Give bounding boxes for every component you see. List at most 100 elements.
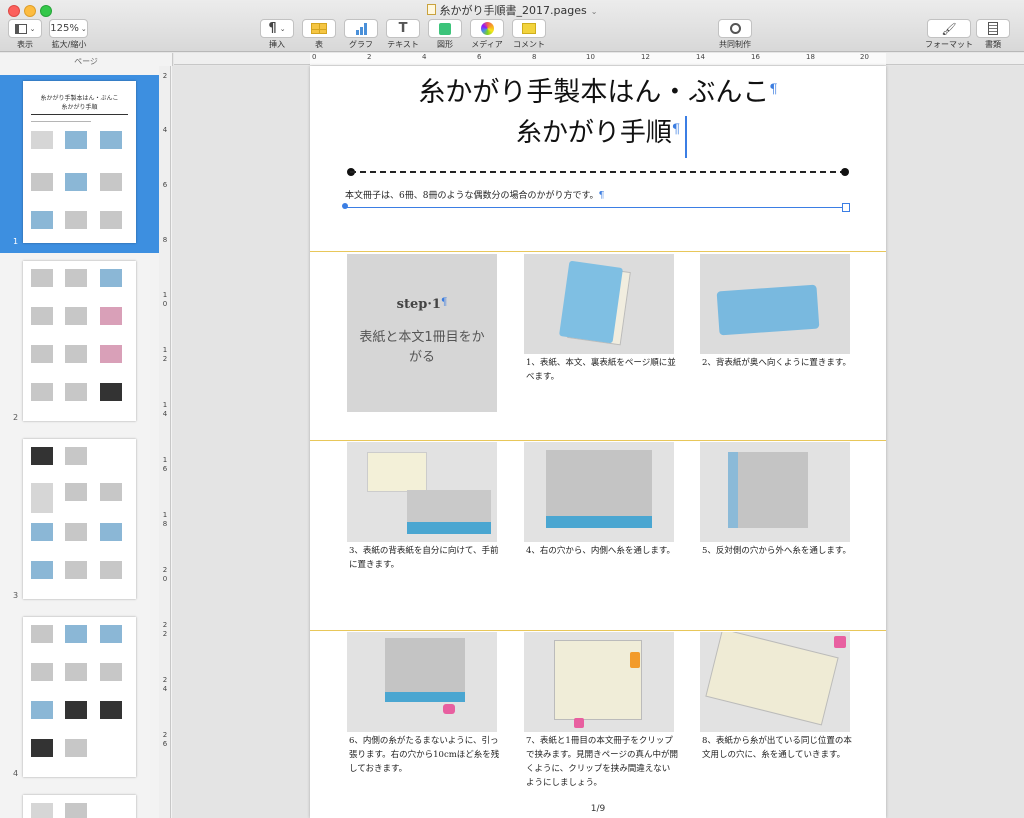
thumb-photo — [65, 803, 87, 818]
step-caption-8: 8、表紙から糸が出ている同じ位置の本文用しの穴に、糸を通していきます。 — [702, 736, 852, 760]
document-label: 書類 — [985, 40, 1001, 49]
chevron-down-icon: ⌄ — [279, 24, 286, 33]
thumb-photo — [100, 483, 122, 501]
page-thumbnail-2[interactable] — [23, 261, 136, 421]
thumb-divider — [31, 114, 128, 115]
ruler-label: 10 — [162, 291, 168, 308]
document-subtitle[interactable]: 糸かがり手順¶ — [310, 112, 886, 149]
step-photo-8[interactable] — [700, 632, 850, 732]
collaborate-button[interactable] — [718, 19, 752, 38]
shape-label: 図形 — [437, 40, 453, 49]
page-thumbnail-3[interactable] — [23, 439, 136, 599]
thumb-photo — [31, 447, 53, 465]
ruler-label: 4 — [162, 126, 168, 134]
thumb-text-line — [31, 121, 91, 122]
view-button[interactable]: ⌄ — [8, 19, 42, 38]
document-title[interactable]: 糸かがり手製本はん・ぶんこ¶ — [310, 70, 886, 109]
insert-button[interactable]: ¶ ⌄ — [260, 19, 294, 38]
zoom-value: 125% — [50, 23, 79, 34]
thumb-step-box — [31, 803, 53, 818]
thumb-photo — [65, 483, 87, 501]
ruler-label: 20 — [860, 53, 869, 61]
page-number-2: 2 — [13, 413, 19, 422]
horizontal-ruler[interactable]: 0 2 4 6 8 10 12 14 16 18 20 — [174, 53, 1024, 65]
thumb-photo — [65, 447, 87, 465]
chevron-down-icon: ⌄ — [590, 7, 598, 16]
intro-paragraph[interactable]: 本文冊子は、6冊、8冊のような偶数分の場合のかがり方です。¶ — [345, 188, 604, 201]
document-subtitle-text: 糸かがり手順 — [515, 118, 672, 148]
step-caption-5: 5、反対側の穴から外へ糸を通します。 — [702, 546, 852, 556]
format-label: フォーマット — [925, 40, 973, 49]
ruler-label: 24 — [162, 676, 168, 693]
clip-shape — [630, 652, 640, 668]
document-button[interactable] — [976, 19, 1010, 38]
clip-shape — [574, 718, 584, 728]
thumb-photo — [100, 383, 122, 401]
thumb-photo — [31, 701, 53, 719]
selection-handle[interactable] — [342, 203, 348, 209]
text-cursor — [685, 116, 687, 158]
thumb-photo — [31, 307, 53, 325]
step-photo-5[interactable] — [700, 442, 850, 542]
ruler-label: 0 — [312, 53, 317, 61]
thumb-photo — [65, 131, 87, 149]
step-photo-3[interactable] — [347, 442, 497, 542]
thumb-photo — [31, 523, 53, 541]
view-label: 表示 — [17, 40, 33, 49]
ruler-label: 4 — [422, 53, 427, 61]
media-button[interactable] — [470, 19, 504, 38]
text-box-anchor-icon[interactable] — [842, 203, 850, 212]
step-description: 表紙と本文1冊目をかがる — [359, 330, 485, 365]
zoom-select[interactable]: 125% ⌄ — [49, 19, 88, 38]
thumb-step-box — [31, 483, 53, 513]
thumb-photo — [65, 739, 87, 757]
chart-button[interactable] — [344, 19, 378, 38]
clip-shape — [443, 704, 455, 714]
thumb-photo — [100, 523, 122, 541]
paintbrush-icon: 🖌 — [941, 21, 957, 36]
thumb-photo — [65, 211, 87, 229]
page-thumbnail-5[interactable] — [23, 795, 136, 818]
vertical-ruler[interactable]: 2 4 6 8 10 12 14 16 18 20 22 24 26 — [159, 66, 171, 818]
section-separator — [310, 630, 886, 631]
comment-button[interactable] — [512, 19, 546, 38]
window-title[interactable]: 糸かがり手順書_2017.pages ⌄ — [0, 2, 1024, 18]
collaborate-icon — [729, 23, 741, 34]
thumb-photo — [100, 701, 122, 719]
step-photo-4[interactable] — [524, 442, 674, 542]
step-1-box[interactable]: step·1¶ 表紙と本文1冊目をかがる — [347, 254, 497, 412]
page-number-3: 3 — [13, 591, 19, 600]
section-separator — [310, 251, 886, 252]
step-photo-7[interactable] — [524, 632, 674, 732]
document-page[interactable]: 糸かがり手製本はん・ぶんこ¶ 糸かがり手順¶ 本文冊子は、6冊、8冊のような偶数… — [310, 66, 886, 818]
thumb-subtitle: 糸かがり手順 — [61, 104, 98, 111]
paragraph-mark: ¶ — [440, 297, 448, 308]
dashed-divider — [350, 171, 846, 173]
step-photo-1[interactable] — [524, 254, 674, 354]
page-thumbnail-1[interactable]: 糸かがり手製本はん・ぶんこ 糸かがり手順 — [23, 81, 136, 243]
thumb-photo — [100, 307, 122, 325]
page-thumbnail-4[interactable] — [23, 617, 136, 777]
thumb-photo — [31, 211, 53, 229]
selection-underline — [345, 207, 849, 208]
chevron-down-icon: ⌄ — [80, 24, 87, 33]
format-button[interactable]: 🖌 — [927, 19, 971, 38]
table-button[interactable] — [302, 19, 336, 38]
page-thumbnails-sidebar[interactable]: ページ 糸かがり手製本はん・ぶんこ 糸かがり手順 1 2 3 4 — [0, 53, 173, 818]
ruler-label: 8 — [532, 53, 537, 61]
section-separator — [310, 440, 886, 441]
step-photo-6[interactable] — [347, 632, 497, 732]
thumb-photo — [100, 211, 122, 229]
thumb-photo — [65, 625, 87, 643]
step-caption-4: 4、右の穴から、内側へ糸を通します。 — [526, 546, 676, 556]
zoom-label: 拡大/縮小 — [51, 40, 87, 49]
divider-end-dot — [841, 168, 849, 176]
shape-button[interactable] — [428, 19, 462, 38]
text-button[interactable]: T — [386, 19, 420, 38]
insert-label: 挿入 — [269, 40, 285, 49]
media-label: メディア — [471, 40, 503, 49]
ruler-label: 18 — [806, 53, 815, 61]
ruler-page-area — [310, 53, 886, 65]
step-photo-2[interactable] — [700, 254, 850, 354]
document-canvas[interactable]: 糸かがり手製本はん・ぶんこ¶ 糸かがり手順¶ 本文冊子は、6冊、8冊のような偶数… — [172, 66, 1024, 818]
